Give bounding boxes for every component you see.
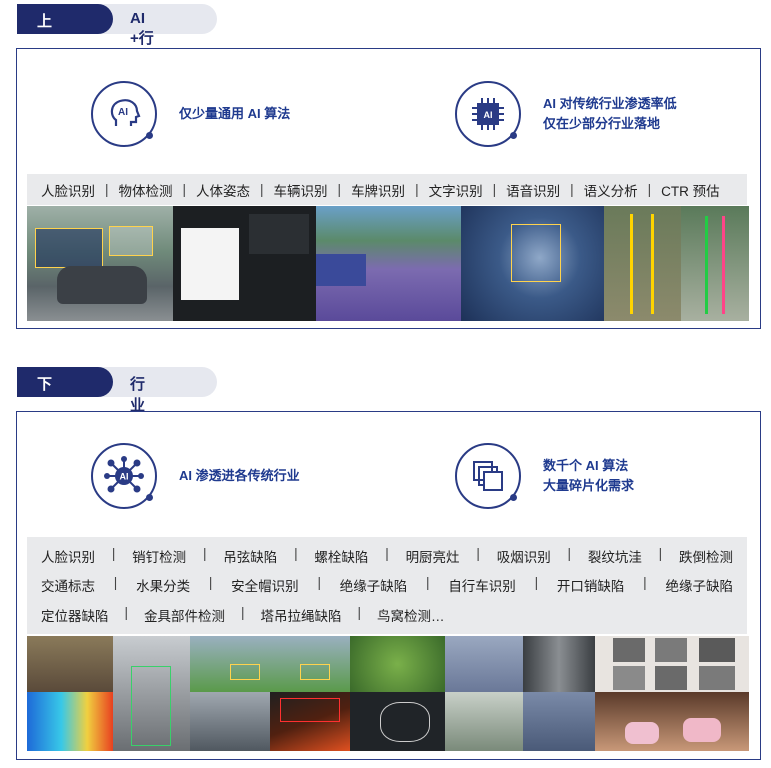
debris-photo [445,636,523,692]
ai-chip-icon-text: AI [484,110,493,120]
category-label: 车牌识别 [351,183,406,199]
ai-head-icon: AI [91,81,157,147]
top-feature-1-text: 仅少量通用 AI 算法 [179,104,290,124]
category-label: 吸烟识别 [496,549,551,565]
category-label: 人脸识别 [41,183,95,199]
bottom-feature-1-line-1: AI 渗透进各传统行业 [179,468,300,483]
top-feature-1: AI 仅少量通用 AI 算法 [91,81,290,147]
crowd-photo [523,692,595,751]
bottom-feature-2-line-2: 大量碎片化需求 [543,478,635,493]
ai-network-icon-text: AI [120,472,129,482]
top-feature-2-text: AI 对传统行业渗透率低 仅在少部分行业落地 [543,94,677,134]
category-label: 绝缘子缺陷 [665,579,733,595]
fragments-icon [455,443,521,509]
category-label: 鸟窝检测… [377,609,445,625]
fire-detection-photo [270,692,350,751]
building-photo [190,692,270,751]
category-label: 明厨亮灶 [405,549,460,565]
face-tracking-photo [461,206,604,321]
category-label: 交通标志 [41,579,95,595]
category-label: 车辆识别 [273,183,328,199]
fruit-photo [350,636,445,692]
car-detection-photo [27,206,173,321]
warehouse-photo [27,636,113,692]
category-label: 绝缘子缺陷 [339,579,408,595]
text-recognition-photo [173,206,316,321]
category-label: 螺栓缺陷 [314,549,369,565]
semantic-segmentation-photo [316,206,461,321]
top-feature-2: AI AI 对传统行业渗透率低 仅在少部分行业落地 [455,81,677,147]
category-row-3: 定位器缺陷 | 金具部件检测 | 塔吊拉绳缺陷 | 鸟窝检测… [41,605,445,625]
category-label: 吊弦缺陷 [223,549,278,565]
top-categories-bar: 人脸识别 | 物体检测 | 人体姿态 | 车辆识别 | 车牌识别 | 文字识别 | 语音识别… [27,174,747,205]
category-label: 安全帽识别 [231,579,299,595]
night-road-photo [350,692,445,751]
cyclist-photo [445,692,523,751]
top-feature-2-line-2: 仅在少部分行业落地 [543,116,661,131]
bottom-feature-2-text: 数千个 AI 算法 大量碎片化需求 [543,456,634,496]
category-label: 裂纹坑洼 [587,549,642,565]
category-label: 开口销缺陷 [556,579,625,595]
ai-head-icon-text: AI [118,107,128,118]
bottom-panel: AI AI 渗透进各传统行业 数千个 AI 算法 大量碎片化需求 人脸识别 | … [16,411,761,760]
category-label: 定位器缺陷 [41,609,109,625]
escalator-photo [523,636,595,692]
category-label: 金具部件检测 [144,609,226,625]
category-label: 文字识别 [428,183,483,199]
category-row-1: 人脸识别 | 销钉检测 | 吊弦缺陷 | 螺栓缺陷 | 明厨亮灶 | 吸烟识别 | 裂纹坑洼… [41,545,733,565]
category-row-2: 交通标志 | 水果分类 | 安全帽识别 | 绝缘子缺陷 | 自行车识别 | 开口销缺陷 | … [41,575,733,595]
field-counting-photo [190,636,350,692]
bottom-feature-1: AI AI 渗透进各传统行业 [91,443,300,509]
category-label: 语音识别 [506,183,561,199]
bottom-categories-block: 人脸识别 | 销钉检测 | 吊弦缺陷 | 螺栓缺陷 | 明厨亮灶 | 吸烟识别 | 裂纹坑洼… [27,537,747,634]
category-label: 语义分析 [583,183,638,199]
body-keypoints-photo [681,206,749,321]
bottom-photo-mosaic [27,636,749,751]
category-label: 水果分类 [136,579,191,595]
thermal-photo [27,692,113,751]
top-panel: AI 仅少量通用 AI 算法 AI AI 对传统行业渗透率低 仅在少部分行业落地… [16,48,761,329]
ai-network-icon: AI [91,443,157,509]
category-label: 物体检测 [118,183,173,199]
category-label: 人脸识别 [41,549,95,565]
face-expressions-photo [595,636,749,692]
category-label: 塔吊拉绳缺陷 [260,609,342,625]
bottom-feature-1-text: AI 渗透进各传统行业 [179,466,300,486]
top-feature-1-line-1: 仅少量通用 AI 算法 [179,106,291,121]
phone-user-photo [113,636,190,751]
category-label: 跌倒检测 [678,549,733,565]
bottom-feature-2-line-1: 数千个 AI 算法 [543,458,629,473]
pose-estimation-photo [604,206,681,321]
category-label: 销钉检测 [132,549,187,565]
category-label: 自行车识别 [448,579,516,595]
masked-faces-photo [595,692,749,751]
category-label: CTR 预估 [661,183,720,199]
ai-chip-icon: AI [455,81,521,147]
top-feature-2-line-1: AI 对传统行业渗透率低 [543,96,677,111]
bottom-feature-2: 数千个 AI 算法 大量碎片化需求 [455,443,634,509]
top-photo-strip [27,206,749,321]
category-label: 人体姿态 [196,183,251,199]
